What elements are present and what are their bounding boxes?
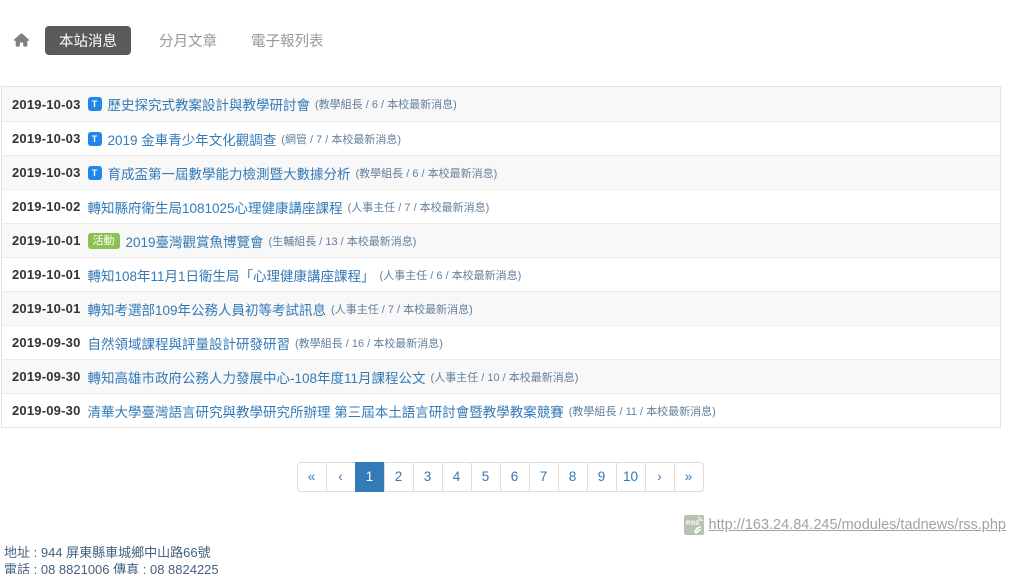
news-row: 2019-09-30 清華大學臺灣語言研究與教學研究所辦理 第三屆本土語言研討會暨… xyxy=(2,393,1000,427)
news-meta: (人事主任 / 10 / 本校最新消息) xyxy=(431,369,579,385)
activity-badge: 活動 xyxy=(88,233,120,249)
pagination-link[interactable]: 4 xyxy=(442,462,472,492)
news-row: 2019-10-03 T 2019 金車青少年文化觀調查(網管 / 7 / 本校最新… xyxy=(2,121,1000,155)
news-date: 2019-09-30 xyxy=(12,335,81,350)
news-row: 2019-10-01 轉知108年11月1日衛生局「心理健康講座課程」 (人事主任 … xyxy=(2,257,1000,291)
rss-line: RSS http://163.24.84.245/modules/tadnews… xyxy=(0,514,1006,536)
footer-phone: 電話 : 08 8821006 傳真 : 08 8824225 xyxy=(4,561,1024,574)
news-title-link[interactable]: 歷史探究式教案設計與教學研討會 xyxy=(108,94,311,114)
pagination-link[interactable]: 6 xyxy=(500,462,530,492)
news-row: 2019-09-30 自然領域課程與評量設計研發研習(教學組長 / 16 / 本校… xyxy=(2,325,1000,359)
pinned-top-icon: T xyxy=(88,97,102,111)
news-date: 2019-09-30 xyxy=(12,369,81,384)
news-title-link[interactable]: 清華大學臺灣語言研究與教學研究所辦理 第三屆本土語言研討會暨教學教案競賽 xyxy=(88,401,564,421)
pagination-link[interactable]: « xyxy=(297,462,327,492)
news-row: 2019-10-01 活動 2019臺灣觀賞魚博覽會 (生輔組長 / 13 / 本校最… xyxy=(2,223,1000,257)
pinned-top-icon: T xyxy=(88,166,102,180)
pagination-item: 7 xyxy=(530,462,559,492)
pagination-link[interactable]: 3 xyxy=(413,462,443,492)
pagination-link[interactable]: 1 xyxy=(355,462,385,492)
news-row: 2019-10-03 T 育成盃第一屆數學能力檢測暨大數據分析 (教學組長 / 6 /… xyxy=(2,155,1000,189)
pagination-link[interactable]: 10 xyxy=(616,462,646,492)
pagination-item: 8 xyxy=(559,462,588,492)
news-title-link[interactable]: 2019臺灣觀賞魚博覽會 xyxy=(126,231,264,251)
news-title-link[interactable]: 轉知高雄市政府公務人力發展中心-108年度11月課程公文 xyxy=(88,367,426,387)
pinned-top-icon: T xyxy=(88,132,102,146)
pagination: «‹12345678910›» xyxy=(297,462,704,492)
pagination-item: 2 xyxy=(385,462,414,492)
news-meta: (網管 / 7 / 本校最新消息) xyxy=(281,131,401,147)
pagination-item: ‹ xyxy=(327,462,356,492)
pagination-item: 10 xyxy=(617,462,646,492)
news-row: 2019-09-30 轉知高雄市政府公務人力發展中心-108年度11月課程公文 (人… xyxy=(2,359,1000,393)
news-list: 2019-10-03T歷史探究式教案設計與教學研討會(教學組長 / 6 / 本校… xyxy=(1,86,1001,428)
pagination-link[interactable]: 7 xyxy=(529,462,559,492)
pagination-item: 9 xyxy=(588,462,617,492)
news-row: 2019-10-03 T 歷史探究式教案設計與教學研討會(教學組長 / 6 / 本校… xyxy=(2,87,1000,121)
pagination-item: 5 xyxy=(472,462,501,492)
news-date: 2019-10-01 xyxy=(12,267,81,282)
tab-site-news[interactable]: 本站消息 xyxy=(45,26,131,55)
news-meta: (人事主任 / 7 / 本校最新消息) xyxy=(331,301,473,317)
news-date: 2019-10-03 xyxy=(12,165,81,180)
main-content: 2019-10-03T歷史探究式教案設計與教學研討會(教學組長 / 6 / 本校… xyxy=(0,86,1024,536)
news-row: 2019-10-01 轉知考選部109年公務人員初等考試訊息(人事主任 / 7 /… xyxy=(2,291,1000,325)
tab-newsletter-list[interactable]: 電子報列表 xyxy=(249,26,326,55)
news-meta: (教學組長 / 11 / 本校最新消息) xyxy=(569,403,716,419)
news-meta: (生輔組長 / 13 / 本校最新消息) xyxy=(269,233,417,249)
news-title-link[interactable]: 自然領域課程與評量設計研發研習 xyxy=(88,333,291,353)
pagination-item: › xyxy=(646,462,675,492)
pagination-item: 1 xyxy=(356,462,385,492)
pagination-link[interactable]: » xyxy=(674,462,704,492)
news-meta: (人事主任 / 6 / 本校最新消息) xyxy=(380,267,522,283)
news-title-link[interactable]: 轉知考選部109年公務人員初等考試訊息 xyxy=(88,299,327,319)
news-date: 2019-09-30 xyxy=(12,403,81,418)
news-meta: (人事主任 / 7 / 本校最新消息) xyxy=(348,199,490,215)
pagination-link[interactable]: 8 xyxy=(558,462,588,492)
footer-address: 地址 : 944 屏東縣車城鄉中山路66號 xyxy=(4,544,1024,561)
breadcrumb-nav: 本站消息 分月文章 電子報列表 xyxy=(0,0,1024,54)
news-date: 2019-10-02 xyxy=(12,199,81,214)
footer: 地址 : 944 屏東縣車城鄉中山路66號 電話 : 08 8821006 傳真… xyxy=(4,544,1024,574)
pagination-item: » xyxy=(675,462,704,492)
news-title-link[interactable]: 2019 金車青少年文化觀調查 xyxy=(108,129,277,149)
news-date: 2019-10-03 xyxy=(12,131,81,146)
news-meta: (教學組長 / 6 / 本校最新消息) xyxy=(356,165,498,181)
news-title-link[interactable]: 轉知108年11月1日衛生局「心理健康講座課程」 xyxy=(88,265,375,285)
pagination-item: 4 xyxy=(443,462,472,492)
pagination-link[interactable]: 9 xyxy=(587,462,617,492)
tab-monthly-articles[interactable]: 分月文章 xyxy=(157,26,219,55)
pagination-link[interactable]: ‹ xyxy=(326,462,356,492)
news-row: 2019-10-02 轉知縣府衛生局1081025心理健康講座課程 (人事主任 / … xyxy=(2,189,1000,223)
news-title-link[interactable]: 育成盃第一屆數學能力檢測暨大數據分析 xyxy=(108,163,351,183)
news-meta: (教學組長 / 16 / 本校最新消息) xyxy=(295,335,443,351)
rss-icon: RSS xyxy=(683,514,705,536)
pagination-item: « xyxy=(297,462,327,492)
pagination-link[interactable]: › xyxy=(645,462,675,492)
rss-url-link[interactable]: http://163.24.84.245/modules/tadnews/rss… xyxy=(709,517,1006,533)
pagination-item: 3 xyxy=(414,462,443,492)
news-date: 2019-10-01 xyxy=(12,233,81,248)
home-icon[interactable] xyxy=(14,33,29,47)
news-meta: (教學組長 / 6 / 本校最新消息) xyxy=(315,96,457,112)
pagination-link[interactable]: 5 xyxy=(471,462,501,492)
news-date: 2019-10-01 xyxy=(12,301,81,316)
pagination-link[interactable]: 2 xyxy=(384,462,414,492)
news-date: 2019-10-03 xyxy=(12,97,81,112)
svg-text:RSS: RSS xyxy=(686,520,700,527)
pagination-wrap: «‹12345678910›» xyxy=(0,462,1000,492)
pagination-item: 6 xyxy=(501,462,530,492)
news-title-link[interactable]: 轉知縣府衛生局1081025心理健康講座課程 xyxy=(88,197,343,217)
